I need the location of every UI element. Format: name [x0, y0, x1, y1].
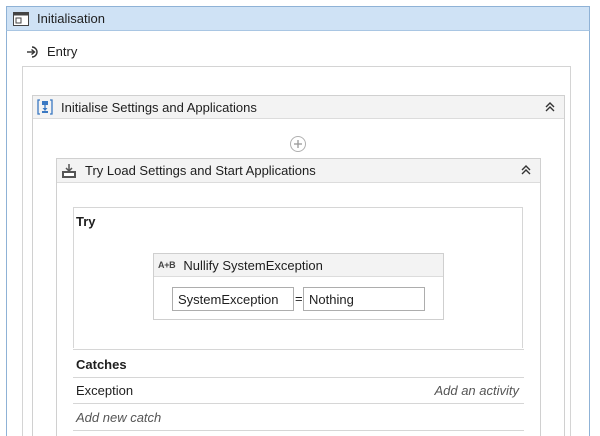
state-title: Initialisation: [37, 11, 105, 26]
try-catch-icon: [61, 163, 77, 179]
add-activity-button[interactable]: [290, 136, 306, 152]
catch-add-activity-link[interactable]: Add an activity: [434, 383, 519, 398]
entry-label: Entry: [47, 44, 78, 59]
divider: [73, 403, 524, 404]
try-catch-title: Try Load Settings and Start Applications: [85, 163, 316, 178]
sequence-header[interactable]: Initialise Settings and Applications: [33, 96, 564, 119]
add-new-catch-link[interactable]: Add new catch: [76, 410, 161, 425]
try-catch-header[interactable]: Try Load Settings and Start Applications: [57, 159, 540, 183]
state-window-icon: [13, 11, 29, 26]
catch-exception-type[interactable]: Exception: [76, 383, 133, 398]
state-header[interactable]: Initialisation: [6, 6, 590, 31]
entry-row[interactable]: Entry: [26, 44, 77, 59]
assign-value-field[interactable]: Nothing: [303, 287, 425, 311]
sequence-icon: [37, 99, 53, 115]
assign-activity[interactable]: A+B Nullify SystemException SystemExcept…: [153, 253, 444, 320]
double-chevron-up-icon[interactable]: [542, 99, 558, 115]
assign-title: Nullify SystemException: [183, 257, 323, 273]
assign-badge-icon: A+B: [158, 260, 176, 270]
catches-label: Catches: [76, 357, 127, 372]
entry-arrow-icon: [26, 45, 40, 59]
divider: [73, 430, 524, 431]
sequence-title: Initialise Settings and Applications: [61, 99, 257, 115]
double-chevron-up-icon[interactable]: [518, 162, 534, 178]
plus-circle-icon: [293, 139, 303, 149]
assign-to-field[interactable]: SystemException: [172, 287, 294, 311]
try-label: Try: [76, 214, 96, 229]
divider: [73, 349, 524, 350]
divider: [73, 377, 524, 378]
assign-operator: =: [295, 291, 303, 306]
assign-header[interactable]: A+B Nullify SystemException: [154, 254, 443, 277]
